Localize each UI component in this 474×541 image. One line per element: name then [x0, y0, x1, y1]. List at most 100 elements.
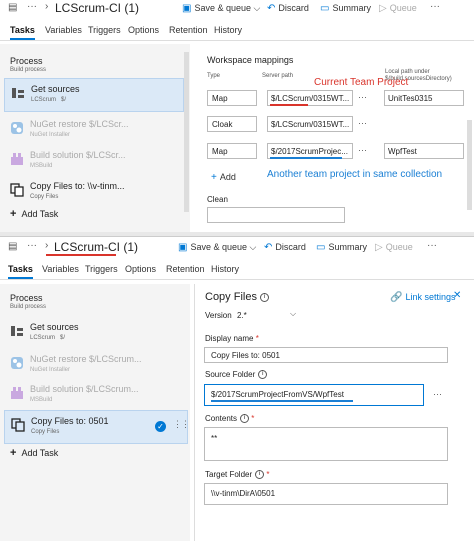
annotation-another-team-project: Another team project in same collection: [267, 169, 443, 180]
local-path-input[interactable]: UnitTes0315: [384, 90, 464, 106]
display-name-input[interactable]: Copy Files to: 0501: [204, 347, 448, 363]
plus-icon: +: [10, 447, 17, 459]
tab-retention[interactable]: Retention: [166, 264, 205, 274]
blue-underline: [270, 157, 342, 159]
blue-underline: [211, 400, 353, 402]
tab-history[interactable]: History: [211, 264, 239, 274]
contents-label: Contents i *: [205, 414, 255, 424]
build-icon: ▤: [8, 241, 18, 252]
task-copy-files[interactable]: Copy Files to: 0501 Copy Files ✓ ⋮⋮: [4, 410, 190, 444]
play-icon: ▷: [375, 242, 383, 253]
top-panel: ▤ ··· › LCScrum-CI (1) ▣ Save & queue ⌵ ↶…: [0, 0, 474, 232]
info-icon[interactable]: i: [240, 414, 250, 424]
more-icon[interactable]: ···: [27, 240, 37, 251]
task-list-scrollbar[interactable]: [184, 52, 189, 212]
tab-triggers[interactable]: Triggers: [88, 25, 121, 35]
repo-icon: [11, 326, 23, 336]
task-get-sources[interactable]: Get sources LCScrum $/: [4, 78, 184, 112]
tab-history[interactable]: History: [214, 25, 242, 35]
save-icon: ▣: [182, 3, 192, 14]
bottom-toolbar: ▤ ··· › LCScrum-CI (1) ▣ Save & queue ⌵ ↶…: [0, 239, 474, 257]
details-scrollbar[interactable]: [467, 120, 472, 210]
task-build-solution[interactable]: Build solution $/LCScr... MSBuild: [4, 145, 182, 177]
summary-button[interactable]: ▭ Summary: [320, 3, 371, 14]
browse-button[interactable]: ···: [358, 92, 367, 102]
summary-icon: ▭: [320, 3, 330, 14]
more-actions-icon[interactable]: ···: [427, 240, 437, 251]
task-copy-files[interactable]: Copy Files to: \\v-tinm... Copy Files: [4, 176, 182, 208]
msbuild-icon: [11, 387, 23, 399]
clean-label: Clean: [207, 195, 228, 204]
tab-triggers[interactable]: Triggers: [85, 264, 118, 274]
tab-options[interactable]: Options: [125, 264, 156, 274]
plus-icon: +: [10, 208, 17, 220]
page-title: LCScrum-CI (1): [55, 1, 140, 15]
task-nuget-restore[interactable]: NuGet restore $/LCScrum... NuGet Install…: [4, 349, 182, 381]
task-list: Process Build process Get sources LCScru…: [0, 44, 190, 232]
process-title: Process: [10, 293, 43, 303]
add-task-button[interactable]: + Add Task: [10, 208, 58, 220]
nuget-icon: [11, 122, 23, 134]
target-folder-label: Target Folder i *: [205, 470, 270, 480]
tab-retention[interactable]: Retention: [169, 25, 208, 35]
type-select[interactable]: Cloak: [207, 116, 257, 132]
process-subtitle: Build process: [10, 67, 47, 73]
details-title: Copy Files i: [205, 291, 269, 303]
red-underline: [270, 104, 308, 106]
info-icon[interactable]: i: [258, 370, 268, 380]
summary-icon: ▭: [316, 242, 326, 253]
version-label: Version: [205, 311, 232, 320]
discard-button[interactable]: ↶ Discard: [267, 3, 309, 14]
tab-options[interactable]: Options: [128, 25, 159, 35]
tab-tasks[interactable]: Tasks: [10, 25, 35, 40]
build-icon: ▤: [8, 2, 18, 13]
type-select[interactable]: Map: [207, 90, 257, 106]
queue-button[interactable]: ▷ Queue: [375, 242, 413, 253]
browse-button[interactable]: ···: [358, 145, 367, 155]
link-settings-button[interactable]: 🔗 Link settings: [390, 292, 455, 303]
task-build-solution[interactable]: Build solution $/LCScrum... MSBuild: [4, 379, 182, 411]
source-folder-input[interactable]: $/2017ScrumProjectFromVS/WpfTest: [204, 384, 424, 406]
bottom-panel: ▤ ··· › LCScrum-CI (1) ▣ Save & queue ⌵ ↶…: [0, 236, 474, 541]
save-icon: ▣: [178, 242, 188, 253]
plus-icon: +: [211, 172, 217, 183]
copy-files-icon: [11, 418, 25, 432]
server-path-input[interactable]: $/LCScrum/0315WT...: [267, 116, 353, 132]
tab-tasks[interactable]: Tasks: [8, 264, 33, 279]
type-select[interactable]: Map: [207, 143, 257, 159]
chevron-down-icon[interactable]: ⌵: [290, 309, 296, 319]
more-actions-icon[interactable]: ···: [430, 1, 440, 12]
undo-icon: ↶: [264, 242, 273, 253]
contents-textarea[interactable]: **: [204, 427, 448, 461]
task-get-sources[interactable]: Get sources LCScrum $/: [4, 317, 182, 349]
tab-variables[interactable]: Variables: [45, 25, 82, 35]
task-nuget-restore[interactable]: NuGet restore $/LCScr... NuGet Installer: [4, 114, 182, 146]
local-path-input[interactable]: WpfTest: [384, 143, 464, 159]
drag-handle-icon[interactable]: ⋮⋮: [173, 419, 190, 430]
tab-variables[interactable]: Variables: [42, 264, 79, 274]
save-queue-button[interactable]: ▣ Save & queue ⌵: [178, 242, 256, 253]
link-icon: 🔗: [390, 292, 403, 303]
tab-bar: Tasks Variables Triggers Options Retenti…: [0, 22, 474, 41]
task-list: Process Build process Get sources LCScru…: [0, 284, 190, 541]
chevron-right-icon: ›: [45, 1, 49, 12]
summary-button[interactable]: ▭ Summary: [316, 242, 367, 253]
chevron-down-icon[interactable]: ⌵: [254, 3, 261, 13]
queue-button[interactable]: ▷ Queue: [379, 3, 417, 14]
add-mapping-button[interactable]: + Add: [211, 172, 236, 183]
version-select[interactable]: 2.*: [237, 311, 247, 320]
target-folder-input[interactable]: \\v-tinm\DirA\0501: [204, 483, 448, 505]
save-queue-button[interactable]: ▣ Save & queue ⌵: [182, 3, 260, 14]
browse-button[interactable]: ···: [358, 118, 367, 128]
add-task-button[interactable]: + Add Task: [10, 447, 58, 459]
clean-select[interactable]: [207, 207, 345, 223]
page-title: LCScrum-CI (1): [54, 240, 139, 254]
discard-button[interactable]: ↶ Discard: [264, 242, 306, 253]
close-icon[interactable]: ✕: [453, 290, 461, 301]
info-icon[interactable]: i: [255, 470, 265, 480]
check-icon: ✓: [155, 421, 166, 432]
browse-button[interactable]: ···: [433, 389, 442, 399]
chevron-down-icon[interactable]: ⌵: [250, 242, 257, 252]
info-icon[interactable]: i: [259, 292, 269, 302]
more-icon[interactable]: ···: [27, 1, 37, 12]
